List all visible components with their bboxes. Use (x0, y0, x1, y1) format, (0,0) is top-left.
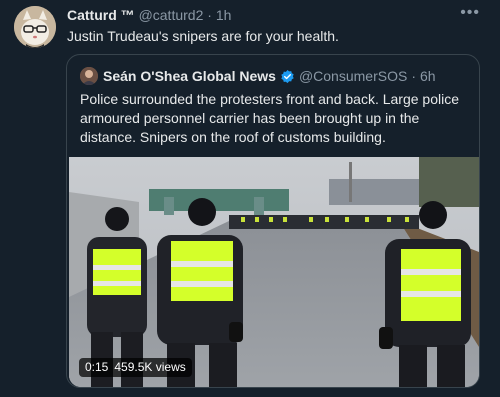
person-avatar-image (80, 67, 98, 85)
verified-badge-icon (280, 69, 295, 84)
quote-author-handle[interactable]: @ConsumerSOS (299, 67, 407, 85)
tweet-time[interactable]: 1h (216, 7, 232, 23)
tweet-header: Catturd ™ @catturd2 · 1h (67, 6, 231, 24)
cat-avatar-image (14, 6, 56, 48)
quote-tweet[interactable]: Seán O'Shea Global News @ConsumerSOS · 6… (66, 54, 480, 388)
separator-dot: · (411, 68, 416, 84)
video-player[interactable]: 0:15 459.5K views (69, 157, 479, 387)
author-avatar[interactable] (14, 6, 56, 48)
author-name[interactable]: Catturd ™ (67, 7, 135, 23)
tweet-text: Justin Trudeau's snipers are for your he… (67, 28, 339, 44)
video-duration: 0:15 (85, 360, 109, 374)
tweet[interactable]: Catturd ™ @catturd2 · 1h ••• Justin Trud… (0, 0, 500, 397)
quote-time[interactable]: 6h (420, 67, 436, 85)
more-icon[interactable]: ••• (460, 4, 480, 22)
quote-author-name[interactable]: Seán O'Shea Global News (103, 67, 276, 85)
quote-header: Seán O'Shea Global News @ConsumerSOS · 6… (80, 67, 436, 85)
video-views: 459.5K views (114, 360, 186, 374)
separator-dot: · (207, 7, 212, 23)
author-handle[interactable]: @catturd2 (139, 7, 204, 23)
quote-text: Police surrounded the protesters front a… (80, 91, 460, 145)
video-stats-badge: 0:15 459.5K views (79, 358, 192, 377)
video-frame-police-line (69, 157, 479, 387)
quote-author-avatar[interactable] (80, 67, 98, 85)
